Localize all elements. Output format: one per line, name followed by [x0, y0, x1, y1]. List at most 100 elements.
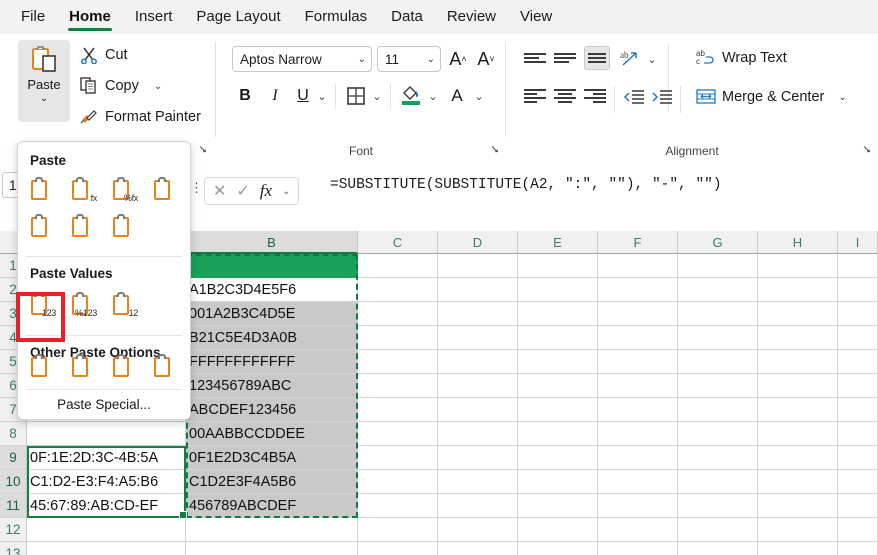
cell-F1[interactable] — [598, 254, 678, 278]
align-bottom-button[interactable] — [584, 46, 610, 70]
cell-C9[interactable] — [358, 446, 438, 470]
column-header-H[interactable]: H — [758, 231, 838, 254]
cell-E12[interactable] — [518, 518, 598, 542]
chevron-down-icon[interactable]: ⌄ — [427, 54, 435, 65]
paste-values-source-fmt-icon[interactable]: 12 — [112, 292, 140, 320]
cell-I4[interactable] — [838, 326, 878, 350]
cell-B9[interactable]: 0F1E2D3C4B5A — [186, 446, 358, 470]
cell-C5[interactable] — [358, 350, 438, 374]
cell-I9[interactable] — [838, 446, 878, 470]
cell-A12[interactable] — [27, 518, 186, 542]
paste-formulas-numfmt-icon[interactable]: %fx — [112, 177, 140, 205]
cut-button[interactable]: Cut — [80, 46, 128, 64]
cell-B3[interactable]: 001A2B3C4D5E — [186, 302, 358, 326]
ribbon-tab-view[interactable]: View — [509, 4, 563, 31]
cell-F11[interactable] — [598, 494, 678, 518]
cell-B4[interactable]: B21C5E4D3A0B — [186, 326, 358, 350]
formula-input[interactable]: =SUBSTITUTE(SUBSTITUTE(A2, ":", ""), "-"… — [330, 168, 878, 202]
paste-no-borders-icon[interactable] — [30, 214, 58, 242]
cell-A10[interactable]: C1:D2-E3:F4:A5:B6 — [27, 470, 186, 494]
paste-button[interactable]: Paste ⌄ — [18, 40, 70, 122]
decrease-indent-button[interactable] — [622, 86, 646, 108]
align-left-button[interactable] — [524, 86, 546, 106]
paste-transpose-icon[interactable] — [112, 214, 140, 242]
font-color-button[interactable]: A — [446, 84, 468, 108]
cell-B10[interactable]: C1D2E3F4A5B6 — [186, 470, 358, 494]
cell-B13[interactable] — [186, 542, 358, 555]
cell-E1[interactable] — [518, 254, 598, 278]
decrease-font-size-button[interactable]: A ˅ — [474, 48, 498, 70]
fill-color-button[interactable] — [398, 82, 424, 108]
cell-H1[interactable] — [758, 254, 838, 278]
cell-G11[interactable] — [678, 494, 758, 518]
cell-G13[interactable] — [678, 542, 758, 555]
cell-B2[interactable]: A1B2C3D4E5F6 — [186, 278, 358, 302]
underline-chevron-icon[interactable]: ⌄ — [315, 86, 329, 106]
ribbon-tab-data[interactable]: Data — [380, 4, 434, 31]
align-middle-button[interactable] — [554, 48, 576, 68]
row-header-12[interactable]: 12 — [0, 518, 27, 542]
font-color-chevron-icon[interactable]: ⌄ — [472, 86, 486, 106]
cell-G4[interactable] — [678, 326, 758, 350]
font-name-combobox[interactable]: Aptos Narrow ⌄ — [232, 46, 372, 72]
cell-I1[interactable] — [838, 254, 878, 278]
cell-F7[interactable] — [598, 398, 678, 422]
format-painter-button[interactable]: Format Painter — [80, 108, 201, 126]
ribbon-tab-review[interactable]: Review — [436, 4, 507, 31]
enter-icon[interactable]: ✓ — [236, 181, 249, 201]
underline-button[interactable]: U — [292, 84, 314, 108]
borders-chevron-icon[interactable]: ⌄ — [370, 86, 384, 106]
cell-D4[interactable] — [438, 326, 518, 350]
cell-F12[interactable] — [598, 518, 678, 542]
cell-H5[interactable] — [758, 350, 838, 374]
orientation-chevron-icon[interactable]: ⌄ — [645, 50, 659, 68]
cell-E4[interactable] — [518, 326, 598, 350]
cell-D12[interactable] — [438, 518, 518, 542]
cell-G3[interactable] — [678, 302, 758, 326]
cell-F6[interactable] — [598, 374, 678, 398]
row-header-10[interactable]: 10 — [0, 470, 27, 494]
cell-F8[interactable] — [598, 422, 678, 446]
fill-chevron-icon[interactable]: ⌄ — [426, 86, 440, 106]
alignment-dialog-launcher[interactable]: ⭨ — [860, 143, 874, 157]
row-header-13[interactable]: 13 — [0, 542, 27, 555]
cell-H6[interactable] — [758, 374, 838, 398]
cell-D5[interactable] — [438, 350, 518, 374]
cell-E9[interactable] — [518, 446, 598, 470]
align-right-button[interactable] — [584, 86, 606, 106]
italic-button[interactable]: I — [264, 84, 286, 108]
column-header-G[interactable]: G — [678, 231, 758, 254]
column-header-I[interactable]: I — [838, 231, 878, 254]
increase-indent-button[interactable] — [650, 86, 674, 108]
cell-I11[interactable] — [838, 494, 878, 518]
cell-C6[interactable] — [358, 374, 438, 398]
cell-B7[interactable]: ABCDEF123456 — [186, 398, 358, 422]
cell-I2[interactable] — [838, 278, 878, 302]
ribbon-tab-home[interactable]: Home — [58, 4, 122, 31]
cell-H13[interactable] — [758, 542, 838, 555]
cell-F5[interactable] — [598, 350, 678, 374]
cell-D10[interactable] — [438, 470, 518, 494]
cell-I7[interactable] — [838, 398, 878, 422]
cell-D13[interactable] — [438, 542, 518, 555]
cell-D3[interactable] — [438, 302, 518, 326]
cell-D6[interactable] — [438, 374, 518, 398]
paste-picture-icon[interactable] — [112, 354, 140, 382]
ribbon-tab-insert[interactable]: Insert — [124, 4, 184, 31]
cell-C12[interactable] — [358, 518, 438, 542]
cell-I12[interactable] — [838, 518, 878, 542]
cell-D9[interactable] — [438, 446, 518, 470]
copy-button[interactable]: Copy ⌄ — [80, 77, 162, 95]
ribbon-tab-page-layout[interactable]: Page Layout — [185, 4, 291, 31]
cell-C11[interactable] — [358, 494, 438, 518]
paste-keep-col-widths-icon[interactable] — [71, 214, 99, 242]
cell-B6[interactable]: 123456789ABC — [186, 374, 358, 398]
cell-H8[interactable] — [758, 422, 838, 446]
cell-I5[interactable] — [838, 350, 878, 374]
paste-values-numfmt-icon[interactable]: %123 — [71, 292, 99, 320]
cell-G8[interactable] — [678, 422, 758, 446]
cell-E3[interactable] — [518, 302, 598, 326]
cell-C2[interactable] — [358, 278, 438, 302]
font-size-combobox[interactable]: 11 ⌄ — [377, 46, 441, 72]
bold-button[interactable]: B — [234, 84, 256, 108]
